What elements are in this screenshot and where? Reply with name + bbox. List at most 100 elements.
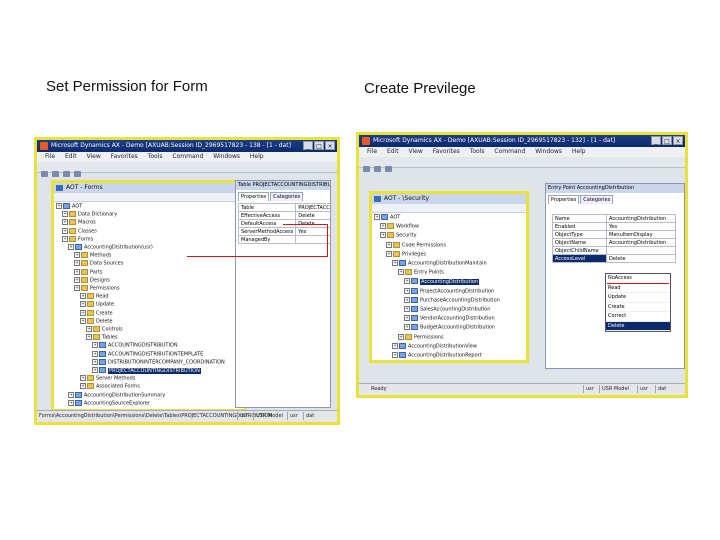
expand-toggle-icon[interactable]: +: [92, 350, 98, 357]
property-value[interactable]: MenuItemDisplay: [606, 230, 676, 239]
property-value[interactable]: [295, 235, 330, 244]
tree-node[interactable]: + Security: [380, 232, 417, 239]
expand-toggle-icon[interactable]: +: [68, 399, 74, 406]
expand-toggle-icon[interactable]: +: [86, 326, 92, 332]
tree-node[interactable]: + SalesAccountingDistribution: [404, 306, 490, 313]
expand-toggle-icon[interactable]: +: [80, 383, 86, 390]
property-row[interactable]: ObjectType MenuItemDisplay: [551, 230, 676, 239]
menu-windows[interactable]: Windows: [535, 148, 562, 155]
tree-node[interactable]: + Create: [80, 309, 113, 317]
expand-toggle-icon[interactable]: +: [62, 227, 68, 234]
expand-toggle-icon[interactable]: +: [74, 285, 80, 291]
property-row[interactable]: TablePROJECTACCOUNTINGDISTRIBUTION: [237, 203, 330, 212]
tree-node[interactable]: + AccountingDistributionSummary: [68, 391, 165, 399]
tree-node[interactable]: + ACCOUNTINGDISTRIBUTIONTEMPLATE: [92, 350, 203, 358]
tree-node[interactable]: + Controls: [86, 326, 123, 333]
expand-toggle-icon[interactable]: +: [392, 260, 398, 266]
expand-toggle-icon[interactable]: +: [398, 333, 404, 340]
menu-edit[interactable]: Edit: [387, 148, 399, 155]
save-icon[interactable]: [385, 166, 392, 172]
tree-node[interactable]: + Forms: [62, 235, 93, 243]
forward-icon[interactable]: [374, 166, 381, 172]
expand-toggle-icon[interactable]: +: [74, 268, 80, 275]
menu-view[interactable]: View: [87, 153, 101, 160]
expand-toggle-icon[interactable]: +: [404, 315, 410, 322]
expand-toggle-icon[interactable]: +: [380, 223, 386, 230]
menu-favorites[interactable]: Favorites: [433, 148, 460, 155]
property-row[interactable]: ManagedBy: [237, 235, 330, 244]
dropdown-option[interactable]: Create: [606, 303, 670, 312]
tree-node[interactable]: + Read: [80, 293, 109, 300]
property-value[interactable]: Yes: [295, 227, 330, 236]
property-row[interactable]: ServerMethodAccess Yes: [237, 227, 330, 236]
tree-node[interactable]: + Classes: [62, 227, 97, 235]
expand-toggle-icon[interactable]: +: [62, 235, 68, 242]
expand-toggle-icon[interactable]: +: [392, 352, 398, 358]
property-row[interactable]: Enabled Yes: [551, 222, 676, 231]
tree-node[interactable]: + AccountingDistributionMaintain: [392, 260, 487, 267]
expand-toggle-icon[interactable]: +: [68, 391, 74, 398]
menu-help[interactable]: Help: [250, 153, 264, 160]
tree-node[interactable]: + ProjectAccountingDistribution: [404, 287, 494, 295]
property-row[interactable]: ObjectName AccountingDistribution: [551, 238, 676, 247]
tree-node[interactable]: + Server Methods: [80, 375, 135, 382]
back-icon[interactable]: [363, 166, 370, 172]
menu-windows[interactable]: Windows: [213, 153, 240, 160]
maximize-button[interactable]: □: [314, 141, 324, 150]
expand-toggle-icon[interactable]: +: [68, 244, 74, 250]
expand-toggle-icon[interactable]: +: [404, 287, 410, 294]
tree-node[interactable]: + Workflow: [380, 223, 419, 230]
menu-favorites[interactable]: Favorites: [111, 153, 138, 160]
tree-node[interactable]: + AccountingDistributionView: [392, 342, 477, 350]
expand-toggle-icon[interactable]: +: [404, 306, 410, 312]
property-row[interactable]: AccessLevel Delete: [551, 254, 676, 263]
tree-node[interactable]: + AccountingDistribution(usr): [68, 244, 153, 251]
property-value[interactable]: Delete: [295, 211, 330, 220]
expand-toggle-icon[interactable]: +: [80, 375, 86, 382]
menu-file[interactable]: File: [367, 148, 377, 155]
expand-toggle-icon[interactable]: +: [56, 203, 62, 209]
property-row[interactable]: ObjectChildName: [551, 246, 676, 255]
dropdown-option[interactable]: Correct: [606, 312, 670, 322]
property-row[interactable]: EffectiveAccess Delete: [237, 211, 330, 220]
menu-command[interactable]: Command: [494, 148, 525, 155]
dropdown-option[interactable]: Delete: [606, 321, 670, 331]
tree-node[interactable]: + AOT: [374, 214, 400, 221]
print-icon[interactable]: [74, 171, 81, 177]
forward-icon[interactable]: [52, 171, 59, 177]
tab-properties[interactable]: Properties: [548, 195, 580, 204]
expand-toggle-icon[interactable]: +: [80, 317, 86, 324]
expand-toggle-icon[interactable]: +: [92, 358, 98, 365]
tree-node[interactable]: + Parts: [74, 268, 102, 276]
menu-tools[interactable]: Tools: [148, 153, 163, 160]
property-row[interactable]: Name AccountingDistribution: [551, 214, 676, 223]
menu-file[interactable]: File: [45, 153, 55, 160]
tree-node[interactable]: + Tables: [86, 334, 118, 341]
tree-node[interactable]: + AccountingSourceExplorer: [68, 399, 150, 407]
property-value[interactable]: Yes: [606, 222, 676, 231]
property-value[interactable]: PROJECTACCOUNTINGDISTRIBUTION: [295, 203, 330, 212]
tree-node[interactable]: + PROJECTACCOUNTINGDISTRIBUTION: [92, 367, 201, 374]
save-icon[interactable]: [63, 171, 70, 177]
tab-categories[interactable]: Categories: [270, 192, 304, 201]
tree-node[interactable]: + BudgetAccountingDistribution: [404, 324, 495, 331]
property-value[interactable]: [606, 246, 676, 255]
tree-node[interactable]: + AccountingDistributionReport: [392, 352, 482, 359]
expand-toggle-icon[interactable]: +: [92, 367, 98, 373]
tree-node[interactable]: + Designs: [74, 276, 110, 284]
expand-toggle-icon[interactable]: +: [380, 232, 386, 239]
close-button[interactable]: ×: [673, 136, 683, 145]
tree-node[interactable]: + Privileges: [386, 250, 426, 258]
menu-command[interactable]: Command: [172, 153, 203, 160]
expand-toggle-icon[interactable]: +: [62, 211, 68, 218]
expand-toggle-icon[interactable]: +: [404, 324, 410, 331]
property-value[interactable]: Delete: [606, 254, 676, 263]
tree-node[interactable]: + Data Dictionary: [62, 211, 117, 218]
expand-toggle-icon[interactable]: +: [386, 241, 392, 248]
expand-toggle-icon[interactable]: +: [92, 342, 98, 349]
expand-toggle-icon[interactable]: +: [62, 219, 68, 226]
dropdown-option[interactable]: Read: [606, 284, 670, 293]
dropdown-option[interactable]: Update: [606, 293, 670, 303]
menu-view[interactable]: View: [409, 148, 423, 155]
expand-toggle-icon[interactable]: +: [392, 342, 398, 349]
